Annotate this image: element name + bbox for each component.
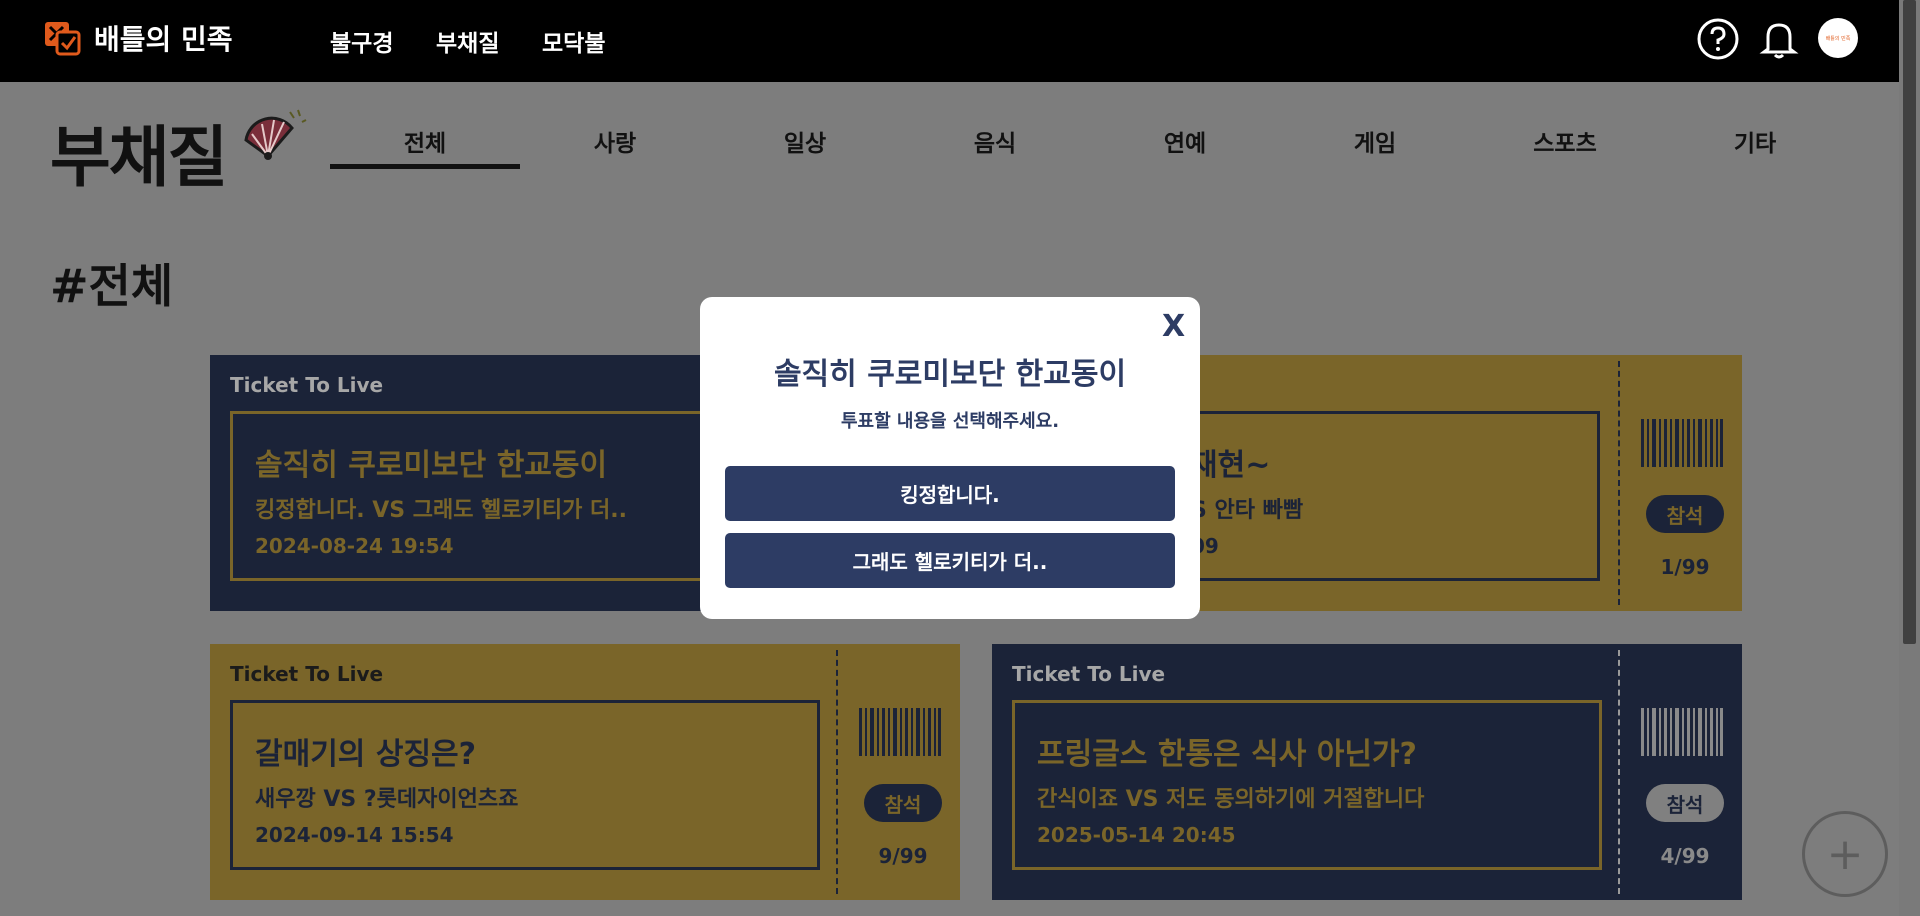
barcode-icon [1641,708,1723,756]
avatar[interactable]: 배틀의 민족 [1818,18,1858,58]
category-tab-daily[interactable]: 일상 [710,124,900,158]
nav-link-modakbul[interactable]: 모닥불 [542,24,605,58]
ticket-date: 2025-05-14 20:45 [1037,823,1236,847]
category-tab-game[interactable]: 게임 [1280,124,1470,158]
barcode-icon [859,708,941,756]
participant-count: 1/99 [1660,555,1710,579]
fan-icon [244,109,307,160]
category-tab-sports[interactable]: 스포츠 [1470,124,1660,158]
ticket-frame: 갈매기의 상징은? 새우깡 VS ?롯데자이언츠죠 2024-09-14 15:… [230,700,820,870]
join-badge[interactable]: 참석 [1646,784,1724,822]
category-tab-all[interactable]: 전체 [330,124,520,158]
vote-option-button[interactable]: 킹정합니다. [725,466,1175,521]
section-title: #전체 [50,259,174,313]
ticket-title: 재현~ [1190,448,1271,483]
ticket-card[interactable]: Ticket To Live 프링글스 한통은 식사 아닌가? 간식이죠 VS … [992,644,1742,900]
ticket-versus: S 안타 빠빰 [1191,498,1304,523]
ticket-frame: 프링글스 한통은 식사 아닌가? 간식이죠 VS 저도 동의하기에 거절합니다 … [1012,700,1602,870]
bell-icon[interactable] [1757,17,1801,61]
modal-title: 솔직히 쿠로미보단 한교동이 [773,357,1127,392]
ticket-title: 갈매기의 상징은? [255,737,477,772]
close-icon[interactable]: X [1162,309,1185,344]
ticket-date: 2024-08-24 19:54 [255,534,454,558]
ticket-versus: 간식이죠 VS 저도 동의하기에 거절합니다 [1037,787,1425,812]
top-navigation-bar: 배틀의 민족 불구경 부채질 모닥불 배틀의 민족 [0,0,1899,82]
ticket-header: Ticket To Live [1012,662,1166,686]
nav-link-buchaejil[interactable]: 부채질 [436,24,499,58]
category-tab-love[interactable]: 사랑 [520,124,710,158]
participant-count: 9/99 [878,844,928,868]
ticket-header: Ticket To Live [230,662,384,686]
scrollbar-thumb[interactable] [1903,0,1916,644]
ticket-card[interactable]: Ticket To Live 갈매기의 상징은? 새우깡 VS ?롯데자이언츠죠… [210,644,960,900]
vote-modal: X 솔직히 쿠로미보단 한교동이 투표할 내용을 선택해주세요. 킹정합니다. … [700,297,1200,619]
active-tab-underline [330,164,520,169]
vote-option-button[interactable]: 그래도 헬로키티가 더.. [725,533,1175,588]
ticket-perforation [836,650,838,894]
modal-subtitle: 투표할 내용을 선택해주세요. [840,411,1060,432]
ticket-title: 프링글스 한통은 식사 아닌가? [1037,737,1417,772]
nav-link-bulgugyeong[interactable]: 불구경 [330,24,393,58]
ticket-versus: 새우깡 VS ?롯데자이언츠죠 [255,787,519,812]
ticket-perforation [1618,650,1620,894]
ticket-header: Ticket To Live [230,373,384,397]
category-tab-etc[interactable]: 기타 [1660,124,1850,158]
ticket-title: 솔직히 쿠로미보단 한교동이 [255,448,608,483]
help-icon[interactable] [1696,17,1740,61]
join-badge[interactable]: 참석 [864,784,942,822]
ticket-perforation [1618,361,1620,605]
ticket-date: 2024-09-14 15:54 [255,823,454,847]
ticket-versus: 킹정합니다. VS 그래도 헬로키티가 더.. [255,498,627,523]
join-badge[interactable]: 참석 [1646,495,1724,533]
brand-logo-icon[interactable] [43,20,81,56]
brand-name[interactable]: 배틀의 민족 [94,18,233,58]
category-tab-entertainment[interactable]: 연예 [1090,124,1280,158]
add-debate-button[interactable]: + [1802,811,1888,897]
barcode-icon [1641,419,1723,467]
page-title: 부채질 [50,119,228,196]
category-tab-food[interactable]: 음식 [900,124,1090,158]
participant-count: 4/99 [1660,844,1710,868]
